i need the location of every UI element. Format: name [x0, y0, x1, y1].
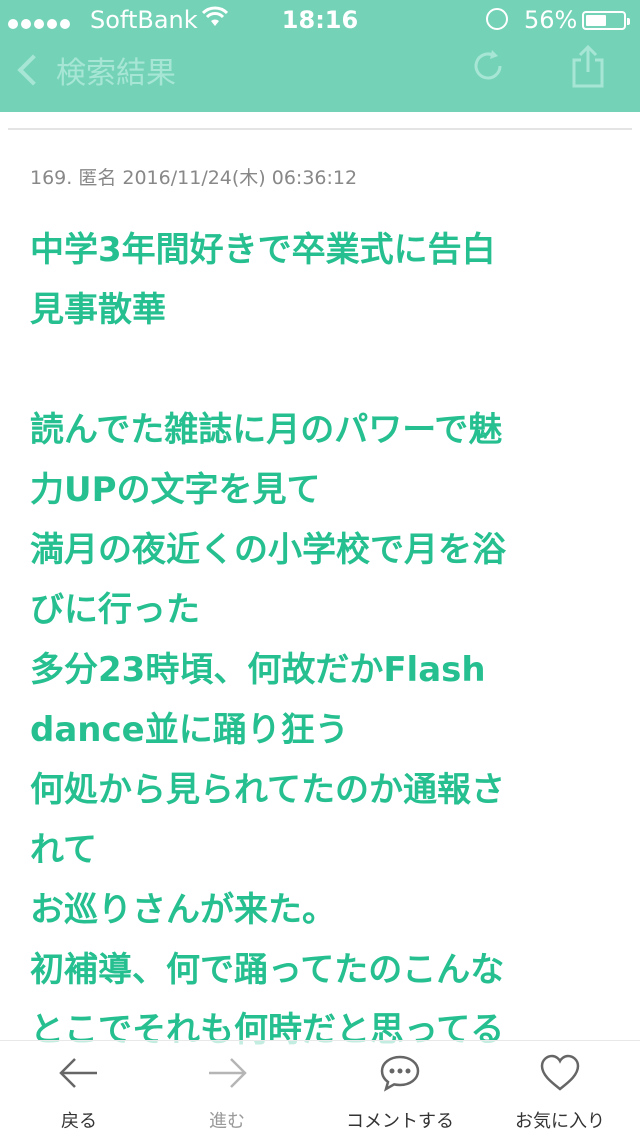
speech-bubble-icon [378, 1051, 422, 1099]
back-button-label: 検索結果 [56, 56, 176, 91]
share-button[interactable] [568, 44, 608, 88]
favorite-label: お気に入り [515, 1111, 605, 1132]
post-line: 満月の夜近くの小学校で月を浴 [30, 530, 506, 570]
post-line: 力UPの文字を見て [30, 470, 321, 510]
forward-label: 進む [209, 1111, 245, 1132]
reload-icon [474, 50, 502, 80]
heart-icon [538, 1051, 582, 1099]
battery-level [586, 15, 606, 26]
post-line: 何処から見られてたのか通報さ [30, 770, 505, 810]
comment-label: コメントする [346, 1111, 454, 1132]
post-line: 見事散華 [30, 290, 166, 330]
favorite-button[interactable]: お気に入り [500, 1041, 620, 1137]
status-bar: SoftBank 18:16 56% [0, 0, 640, 40]
back-button[interactable]: 戻る [20, 1041, 138, 1137]
arrow-right-icon [205, 1051, 249, 1099]
chevron-left-icon [17, 54, 49, 86]
battery-icon [582, 11, 630, 30]
navigation-bar: 検索結果 [0, 40, 640, 112]
post-line: お巡りさんが来た。 [30, 890, 336, 930]
battery-percentage: 56% [524, 6, 578, 34]
back-label: 戻る [61, 1111, 97, 1132]
app-header: SoftBank 18:16 56% 検索結果 [0, 0, 640, 112]
arrow-left-icon [57, 1051, 101, 1099]
forward-button[interactable]: 進む [168, 1041, 286, 1137]
post-line: れて [30, 830, 97, 870]
post-body: 中学3年間好きで卒業式に告白 見事散華読んでた雑誌に月のパワーで魅 力UPの文字を見… [30, 220, 600, 1060]
post-line: びに行った [30, 590, 200, 630]
reload-button[interactable] [470, 48, 506, 84]
post-meta: 169. 匿名 2016/11/24(木) 06:36:12 [30, 167, 358, 189]
post-line: 初補導、何で踊ってたのこんな [30, 950, 505, 990]
post-line [30, 340, 600, 400]
post-line: dance並に踊り狂う [30, 710, 349, 750]
share-icon [572, 44, 604, 88]
post-line: 中学3年間好きで卒業式に告白 [30, 230, 496, 270]
rotation-lock-icon [486, 8, 508, 30]
comment-button[interactable]: コメントする [330, 1041, 470, 1137]
post-line: 読んでた雑誌に月のパワーで魅 [30, 410, 503, 450]
bottom-toolbar: 戻る 進む コメントする お気に入り [0, 1040, 640, 1137]
back-to-search-results-button[interactable]: 検索結果 [14, 40, 176, 100]
content-divider [8, 128, 632, 130]
post-line: 多分23時頃、何故だかFlash [30, 650, 486, 690]
